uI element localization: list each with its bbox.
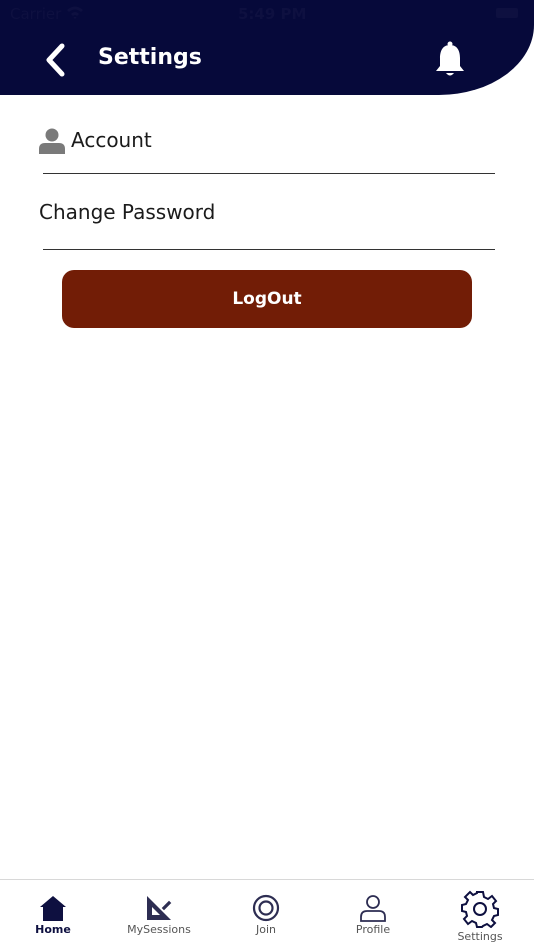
tab-profile[interactable]: Profile [320,880,426,951]
chevron-left-icon [46,43,65,77]
page-title: Settings [98,45,202,70]
settings-item-label: Change Password [39,200,216,224]
tab-label: Settings [457,930,503,943]
divider [43,249,495,250]
tab-label: MySessions [127,923,191,936]
status-time: 5:49 PM [238,5,307,23]
app-header: Carrier 5:49 PM Settings [0,0,534,95]
tab-join[interactable]: Join [213,880,319,951]
tab-label: Home [35,923,71,936]
settings-item-label: Account [71,128,152,152]
tab-home[interactable]: Home [0,880,106,951]
tab-mysessions[interactable]: MySessions [106,880,212,951]
set-square-icon [147,896,173,920]
gear-icon [461,890,499,928]
status-carrier: Carrier [10,5,62,23]
settings-item-account[interactable]: Account [0,118,534,174]
battery-icon [496,8,518,18]
wifi-icon [66,5,84,23]
divider [43,173,495,174]
tab-label: Join [255,923,276,936]
tab-bar: Home MySessions Join Profile Settings [0,879,534,951]
home-icon [40,896,66,921]
bell-icon [436,41,464,76]
settings-item-change-password[interactable]: Change Password [0,190,534,250]
status-bar: Carrier 5:49 PM [0,0,534,28]
notification-button[interactable] [432,40,468,78]
person-outline-icon [360,895,386,922]
back-button[interactable] [40,42,74,78]
tab-label: Profile [355,923,391,936]
logout-button[interactable]: LogOut [62,270,472,328]
tab-settings[interactable]: Settings [427,880,533,951]
circle-icon [252,894,280,922]
person-icon [39,128,65,154]
